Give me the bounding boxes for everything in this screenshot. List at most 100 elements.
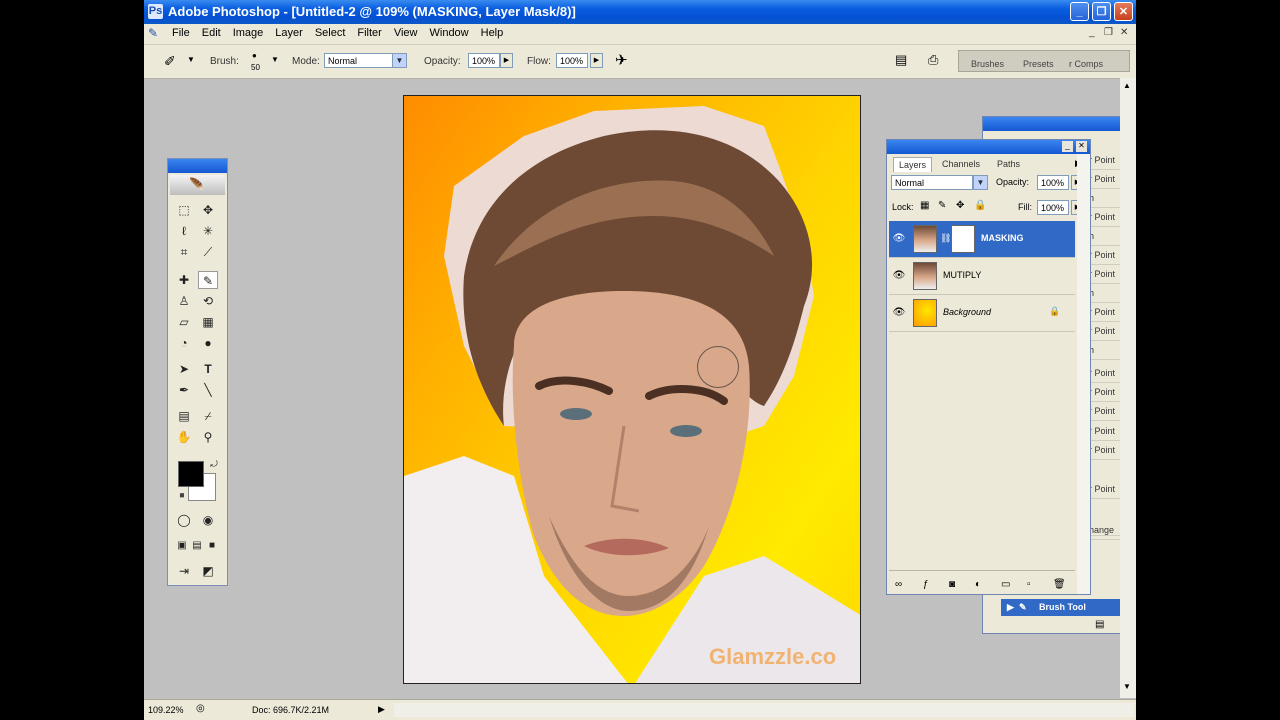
adjustment-layer-icon[interactable]: ◐ (975, 579, 981, 590)
layers-scrollbar[interactable] (1077, 154, 1090, 594)
mask-link-icon[interactable]: ⛓ (940, 233, 951, 244)
doc-minimize-button[interactable]: _ (1089, 27, 1095, 38)
foreground-color-front[interactable] (178, 461, 204, 487)
crop-tool-icon[interactable]: ⌗ (174, 243, 194, 261)
history-current-step[interactable]: ▶ ✎ Brush Tool (1001, 599, 1136, 616)
feather-logo-icon[interactable]: 🪶 (170, 175, 225, 195)
menu-filter[interactable]: Filter (351, 27, 387, 39)
well-tab-presets[interactable]: Presets (1023, 59, 1054, 69)
layer-name[interactable]: MASKING (981, 233, 1024, 243)
add-mask-icon[interactable]: ◙ (949, 579, 955, 590)
menu-help[interactable]: Help (475, 27, 510, 39)
menu-edit[interactable]: Edit (196, 27, 227, 39)
menu-view[interactable]: View (388, 27, 424, 39)
layer-name[interactable]: Background (943, 307, 991, 317)
menu-window[interactable]: Window (424, 27, 475, 39)
zoom-tool-icon[interactable]: ⚲ (198, 428, 218, 446)
history-brush-tool-icon[interactable]: ⟲ (198, 292, 218, 310)
status-menu-arrow-icon[interactable]: ▶ (378, 704, 385, 715)
flow-input[interactable]: 100% (556, 53, 588, 68)
slice-tool-icon[interactable]: ⟋ (198, 243, 218, 261)
eraser-tool-icon[interactable]: ▱ (174, 313, 194, 331)
opacity-slider-arrow-icon[interactable]: ▶ (500, 53, 513, 68)
imageready-icon[interactable]: ◩ (198, 562, 218, 580)
lasso-tool-icon[interactable]: ℓ (174, 222, 194, 240)
layer-row-background[interactable]: 👁 Background 🔒 (889, 295, 1075, 332)
tab-paths[interactable]: Paths (992, 157, 1025, 171)
doc-close-button[interactable]: ✕ (1120, 27, 1128, 38)
tool-preset-dropdown-icon[interactable]: ▼ (187, 55, 195, 64)
jump-to-imageready-icon[interactable]: ⇥ (174, 562, 194, 580)
swap-colors-icon[interactable]: ⤾ (204, 455, 224, 473)
blur-tool-icon[interactable]: ◔ (174, 334, 194, 352)
healing-brush-tool-icon[interactable]: ✚ (174, 271, 194, 289)
palette-options-icon[interactable]: ▤ (895, 52, 907, 68)
file-browser-icon[interactable]: ⎙ (928, 52, 938, 68)
blend-mode-dropdown-icon[interactable]: ▼ (973, 175, 988, 190)
fill-input[interactable]: 100% (1037, 200, 1069, 215)
hand-tool-icon[interactable]: ✋ (174, 428, 194, 446)
line-tool-icon[interactable]: ╲ (198, 381, 218, 399)
mode-select[interactable]: Normal (324, 53, 394, 68)
marquee-tool-icon[interactable]: ⬚ (174, 201, 194, 219)
layer-opacity-input[interactable]: 100% (1037, 175, 1069, 190)
path-selection-tool-icon[interactable]: ➤ (174, 360, 194, 378)
gradient-tool-icon[interactable]: ▦ (198, 313, 218, 331)
layer-style-icon[interactable]: ƒ (923, 579, 929, 590)
menu-select[interactable]: Select (309, 27, 352, 39)
lock-all-icon[interactable]: 🔒 (974, 200, 986, 211)
scroll-up-icon[interactable]: ▲ (1123, 81, 1131, 90)
link-layers-icon[interactable]: ∞ (895, 579, 902, 590)
lock-position-icon[interactable]: ✥ (956, 200, 964, 211)
layers-close-icon[interactable]: ✕ (1076, 141, 1087, 152)
clone-stamp-tool-icon[interactable]: ♙ (174, 292, 194, 310)
airbrush-icon[interactable]: ✈ (615, 51, 628, 69)
delete-layer-icon[interactable]: 🗑 (1053, 579, 1066, 590)
move-tool-icon[interactable]: ✥ (198, 201, 218, 219)
close-button[interactable]: ✕ (1114, 2, 1133, 21)
minimize-button[interactable]: _ (1070, 2, 1089, 21)
history-titlebar[interactable] (983, 117, 1136, 131)
horizontal-scrollbar[interactable] (394, 703, 1134, 717)
new-snapshot-icon[interactable]: ▤ (1095, 619, 1104, 630)
layers-minimize-icon[interactable]: _ (1062, 141, 1073, 152)
new-layer-icon[interactable]: ▫ (1027, 579, 1031, 590)
dodge-tool-icon[interactable]: ● (198, 334, 218, 352)
notes-tool-icon[interactable]: ▤ (174, 407, 194, 425)
brush-preview-dot[interactable]: ● (252, 51, 257, 60)
app-icon[interactable]: Ps (148, 4, 163, 19)
visibility-eye-icon[interactable]: 👁 (892, 270, 906, 282)
mode-dropdown-icon[interactable]: ▼ (392, 53, 407, 68)
visibility-eye-icon[interactable]: 👁 (892, 233, 906, 245)
lock-transparent-icon[interactable]: ▦ (920, 200, 929, 211)
brush-tool-icon[interactable]: ✎ (198, 271, 218, 289)
brush-picker-arrow-icon[interactable]: ▼ (271, 55, 279, 64)
layer-mask-thumbnail[interactable] (951, 225, 975, 253)
opacity-input[interactable]: 100% (468, 53, 500, 68)
layer-row-mutiply[interactable]: 👁 MUTIPLY (889, 258, 1075, 295)
menu-layer[interactable]: Layer (269, 27, 309, 39)
eyedropper-tool-icon[interactable]: ⌿ (198, 407, 218, 425)
well-tab-layer-comps[interactable]: r Comps (1069, 59, 1103, 69)
well-tab-brushes[interactable]: Brushes (971, 59, 1004, 69)
standard-mode-icon[interactable]: ◯ (174, 511, 194, 529)
layer-row-masking[interactable]: 👁 ⛓ MASKING (889, 221, 1075, 258)
zoom-level[interactable]: 109.22% (148, 705, 184, 715)
visibility-eye-icon[interactable]: 👁 (892, 307, 906, 319)
menu-file[interactable]: File (166, 27, 196, 39)
status-info-icon[interactable]: ◎ (196, 703, 205, 714)
layer-name[interactable]: MUTIPLY (943, 270, 981, 280)
restore-button[interactable]: ❐ (1092, 2, 1111, 21)
scroll-down-icon[interactable]: ▼ (1123, 682, 1131, 691)
full-screen-mode-icon[interactable]: ■ (202, 537, 222, 555)
tab-layers[interactable]: Layers (893, 157, 933, 172)
tab-channels[interactable]: Channels (937, 157, 985, 171)
document-canvas[interactable]: Glamzzle.co (403, 95, 861, 684)
menu-image[interactable]: Image (227, 27, 270, 39)
brush-tool-icon[interactable]: ✐ (164, 53, 176, 70)
magic-wand-tool-icon[interactable]: ✳ (198, 222, 218, 240)
type-tool-icon[interactable]: T (198, 360, 218, 378)
vertical-scrollbar[interactable]: ▲ ▼ (1120, 78, 1136, 698)
layers-titlebar[interactable] (887, 140, 1090, 154)
new-group-icon[interactable]: ▭ (1001, 579, 1010, 590)
